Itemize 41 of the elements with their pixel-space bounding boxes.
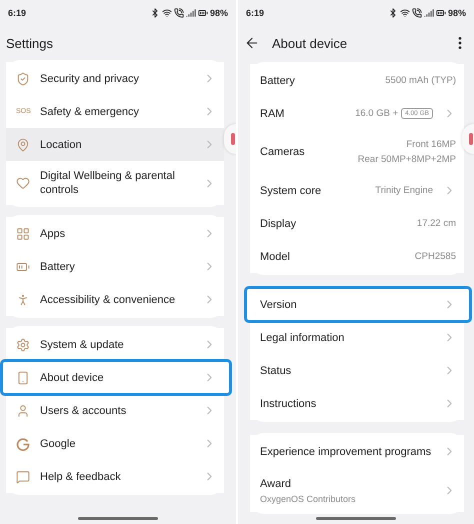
floating-handle-icon[interactable]: [224, 124, 236, 154]
screen-title: Settings: [6, 36, 54, 50]
map-pin-icon: [16, 138, 30, 152]
grid-icon: [16, 226, 30, 240]
status-time: 6:19: [8, 8, 26, 18]
row-value: Trinity Engine: [375, 185, 433, 196]
battery-icon: [436, 8, 446, 18]
floating-handle-icon[interactable]: [462, 124, 474, 154]
status-time: 6:19: [246, 8, 264, 18]
battery-icon: [198, 8, 208, 18]
row-value: CPH2585: [414, 251, 456, 262]
bluetooth-icon: [150, 8, 160, 18]
signal-icon: [186, 8, 196, 18]
settings-item[interactable]: System & update: [6, 328, 224, 361]
battery-percentage: 98%: [448, 8, 466, 18]
shield-icon: [16, 72, 30, 86]
signal-icon: [424, 8, 434, 18]
back-icon[interactable]: [244, 35, 260, 51]
row-value: Front 16MP: [406, 139, 456, 150]
row-value: 16.0 GB +: [355, 108, 398, 119]
info-row[interactable]: Version: [246, 288, 470, 321]
heart-icon: [16, 176, 30, 190]
settings-icon: [16, 338, 30, 352]
screen-title: About device: [272, 36, 348, 50]
battery-percentage: 98%: [210, 8, 228, 18]
row-value: 17.22 cm: [416, 218, 456, 229]
wifi-icon: [400, 8, 410, 18]
bluetooth-icon: [388, 8, 398, 18]
phone-call-icon: [412, 8, 422, 18]
smartphone-icon: [16, 370, 30, 384]
person-icon: [16, 292, 30, 306]
settings-item[interactable]: Location: [6, 128, 224, 161]
settings-item[interactable]: About device: [2, 361, 230, 394]
arc-icon: [16, 436, 30, 450]
row-value: Rear 50MP+8MP+2MP: [358, 154, 456, 165]
row-value: 5500 mAh (TYP): [385, 75, 456, 86]
row-subtitle: OxygenOS Contributors: [260, 494, 357, 504]
wifi-icon: [162, 8, 172, 18]
user-icon: [16, 404, 30, 418]
phone-call-icon: [174, 8, 184, 18]
message-icon: [16, 470, 30, 484]
